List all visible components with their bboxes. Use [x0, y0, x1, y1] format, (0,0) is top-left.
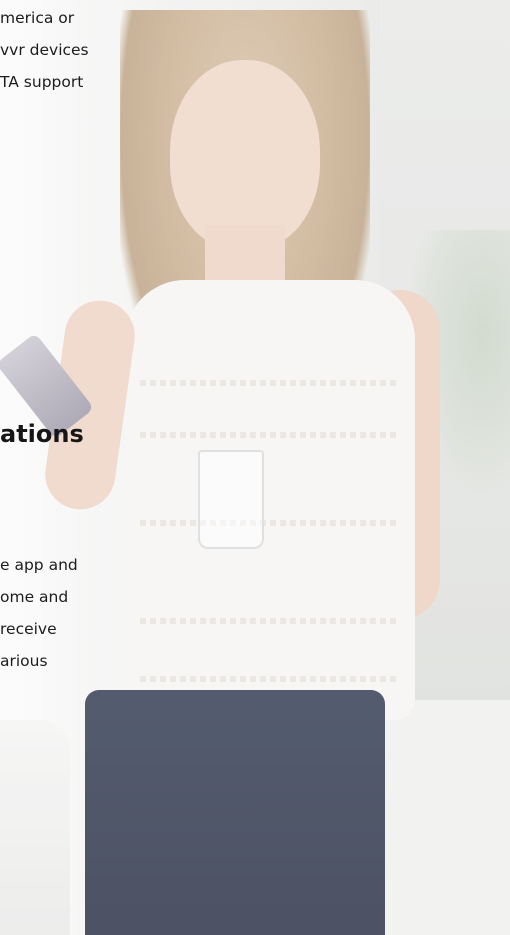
paragraph-line: arious — [0, 652, 48, 670]
paragraph-line: receive — [0, 620, 57, 638]
section-heading: ations — [0, 420, 84, 448]
paragraph-line: vvr devices — [0, 41, 89, 59]
hero-background — [0, 0, 510, 935]
bottom-paragraph: e app and ome and receive arious — [0, 553, 78, 674]
paragraph-line: e app and — [0, 556, 78, 574]
paragraph-line: TA support — [0, 73, 84, 91]
top-paragraph: merica or vvr devices TA support — [0, 6, 89, 95]
paragraph-line: merica or — [0, 9, 75, 27]
paragraph-line: ome and — [0, 588, 69, 606]
photo-overlay — [0, 0, 510, 935]
